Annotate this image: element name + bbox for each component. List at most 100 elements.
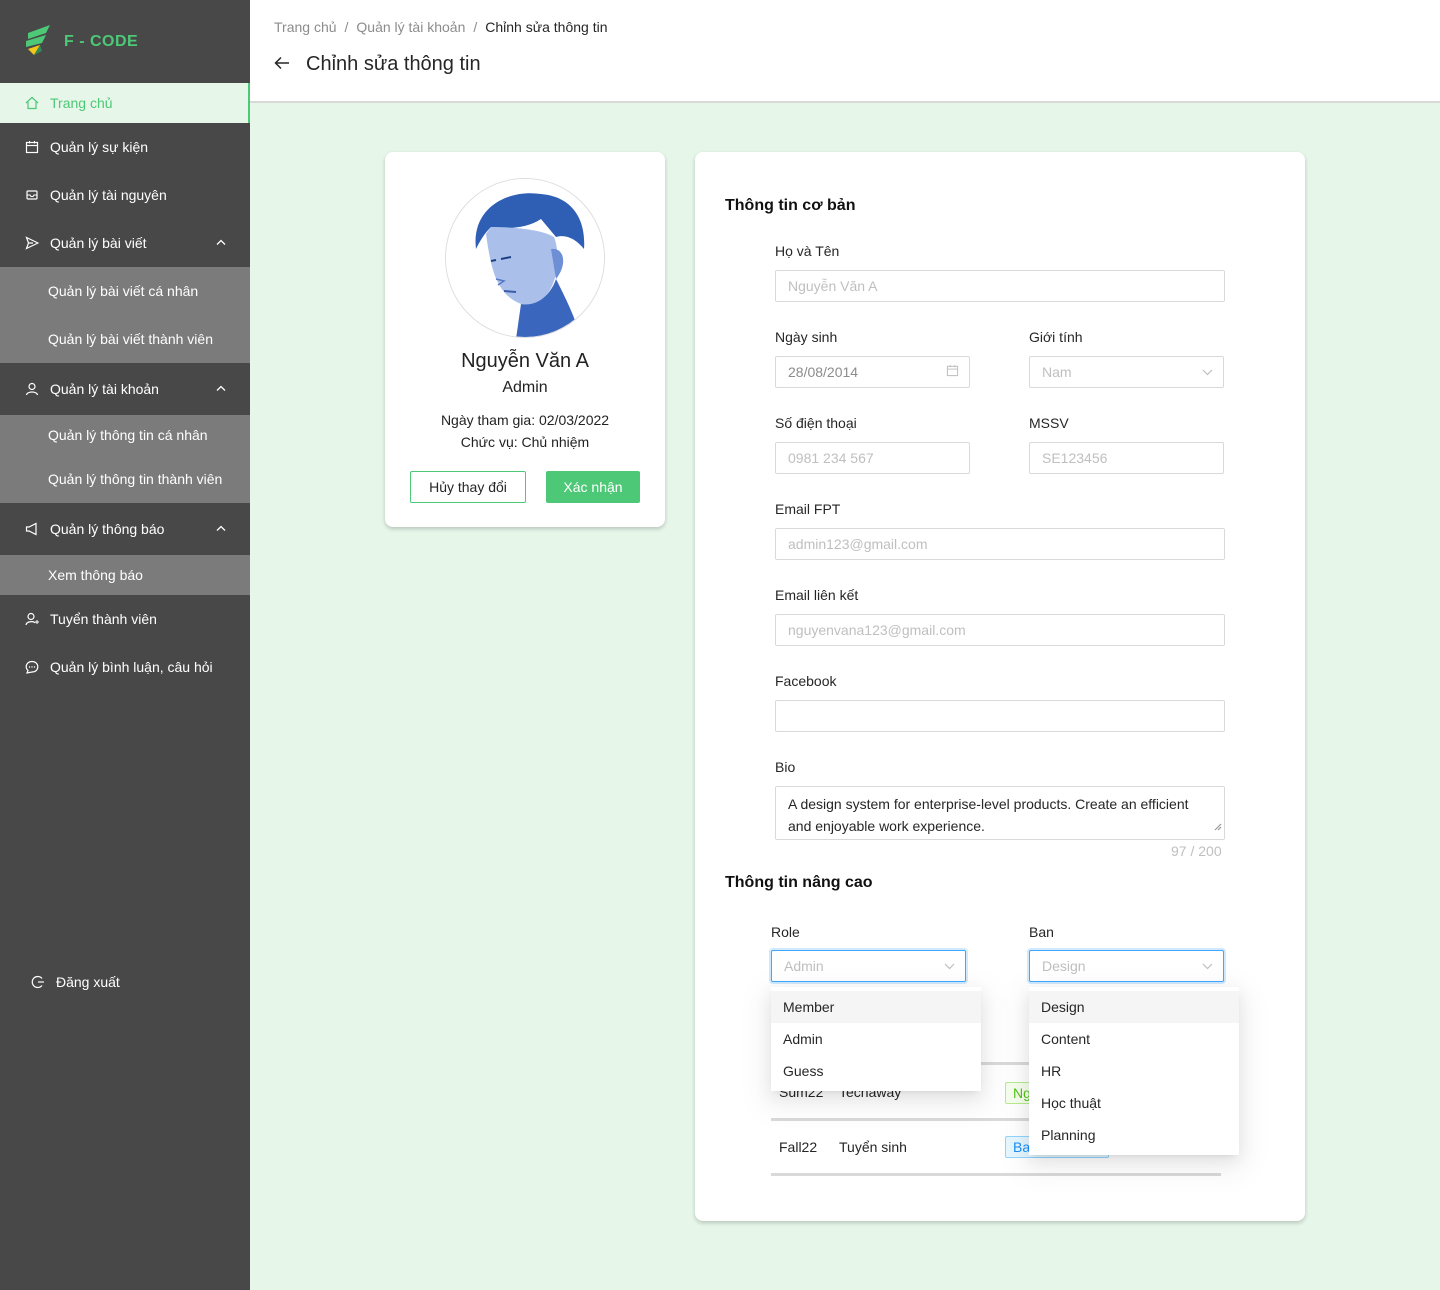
advanced-info-title: Thông tin nâng cao — [725, 874, 873, 891]
phone-input[interactable]: 0981 234 567 — [775, 442, 970, 474]
notifications-submenu: Xem thông báo — [0, 555, 250, 595]
sidebar-item-posts[interactable]: Quản lý bài viết — [0, 219, 250, 267]
sidebar-item-label: Quản lý sự kiện — [50, 139, 149, 155]
role-dropdown-menu: Member Admin Guess — [771, 987, 981, 1091]
gender-select[interactable]: Nam — [1029, 356, 1224, 388]
sidebar-item-label: Quản lý tài nguyên — [50, 187, 167, 203]
dob-label: Ngày sinh — [775, 329, 838, 345]
sidebar-item-accounts[interactable]: Quản lý tài khoản — [0, 363, 250, 415]
ban-dropdown-menu: Design Content HR Học thuật Planning — [1029, 987, 1239, 1155]
profile-joined-date: Ngày tham gia: 02/03/2022 — [440, 412, 610, 428]
sidebar-item-notifications[interactable]: Quản lý thông báo — [0, 503, 250, 555]
logout-label: Đăng xuất — [56, 974, 120, 990]
user-add-icon — [24, 611, 40, 627]
profile-role: Admin — [502, 379, 548, 396]
inbox-icon — [24, 187, 40, 203]
fullname-label: Họ và Tên — [775, 243, 840, 259]
email-fpt-label: Email FPT — [775, 501, 841, 517]
facebook-label: Facebook — [775, 673, 837, 689]
user-icon — [24, 381, 40, 397]
send-icon — [24, 235, 40, 251]
bio-textarea[interactable]: A design system for enterprise-level pro… — [775, 786, 1225, 840]
sidebar-subitem-member-posts[interactable]: Quản lý bài viết thành viên — [0, 315, 250, 363]
mssv-input[interactable]: SE123456 — [1029, 442, 1224, 474]
basic-info-title: Thông tin cơ bản — [725, 197, 856, 214]
brand-logo[interactable]: F - CODE — [0, 0, 250, 83]
sidebar-item-label: Quản lý thông báo — [50, 521, 165, 537]
logout-icon — [30, 974, 46, 990]
megaphone-icon — [24, 521, 40, 537]
sidebar-subitem-member-info[interactable]: Quản lý thông tin thành viên — [0, 455, 250, 503]
accounts-submenu: Quản lý thông tin cá nhân Quản lý thông … — [0, 415, 250, 503]
calendar-icon — [946, 364, 959, 380]
phone-label: Số điện thoại — [775, 415, 857, 431]
sidebar-item-comments[interactable]: Quản lý bình luận, câu hỏi — [0, 643, 250, 691]
sidebar-item-resources[interactable]: Quản lý tài nguyên — [0, 171, 250, 219]
resize-handle-icon[interactable] — [1214, 815, 1222, 837]
chevron-down-icon — [1202, 959, 1213, 973]
sidebar-item-home[interactable]: Trang chủ — [0, 83, 250, 123]
gender-label: Giới tính — [1029, 329, 1083, 345]
cancel-changes-button[interactable]: Hủy thay đổi — [410, 471, 526, 503]
ban-option-content[interactable]: Content — [1029, 1023, 1239, 1055]
comment-icon — [24, 659, 40, 675]
chevron-down-icon — [1202, 365, 1213, 379]
sidebar-subitem-personal-info[interactable]: Quản lý thông tin cá nhân — [0, 415, 250, 455]
chevron-down-icon — [944, 959, 955, 973]
brand-name: F - CODE — [64, 32, 139, 50]
ban-option-hr[interactable]: HR — [1029, 1055, 1239, 1087]
posts-submenu: Quản lý bài viết cá nhân Quản lý bài viế… — [0, 267, 250, 363]
avatar[interactable] — [445, 178, 605, 338]
ban-option-design[interactable]: Design — [1029, 991, 1239, 1023]
home-icon — [24, 95, 40, 111]
breadcrumb-accounts[interactable]: Quản lý tài khoản — [356, 19, 465, 35]
chevron-up-icon — [216, 238, 226, 249]
profile-name: Nguyễn Văn A — [461, 350, 589, 372]
page-title: Chỉnh sửa thông tin — [306, 53, 481, 75]
page-header: Trang chủ / Quản lý tài khoản / Chỉnh sửa th… — [250, 0, 1440, 103]
sidebar: F - CODE Trang chủ Quản lý sự kiện Quản … — [0, 0, 250, 1290]
ban-select[interactable]: Design — [1029, 950, 1224, 982]
sidebar-item-events[interactable]: Quản lý sự kiện — [0, 123, 250, 171]
dob-date-picker[interactable]: 28/08/2014 — [775, 356, 970, 388]
edit-info-form: Thông tin cơ bản Họ và Tên Nguyễn Văn A … — [695, 152, 1305, 1221]
chevron-up-icon — [216, 524, 226, 535]
bio-char-counter: 97 / 200 — [1171, 843, 1222, 859]
table-divider — [771, 1173, 1221, 1176]
sidebar-item-label: Quản lý bài viết — [50, 235, 147, 251]
sidebar-item-label: Quản lý tài khoản — [50, 381, 159, 397]
ban-label: Ban — [1029, 924, 1054, 940]
sidebar-item-label: Quản lý bình luận, câu hỏi — [50, 659, 213, 675]
fcode-logo-icon — [26, 24, 50, 55]
facebook-input[interactable] — [775, 700, 1225, 732]
confirm-button[interactable]: Xác nhận — [546, 471, 640, 503]
profile-position: Chức vụ: Chủ nhiệm — [460, 434, 590, 450]
bio-label: Bio — [775, 759, 796, 775]
sidebar-item-label: Trang chủ — [50, 95, 113, 111]
role-label: Role — [771, 924, 800, 940]
breadcrumb: Trang chủ / Quản lý tài khoản / Chỉnh sửa th… — [274, 19, 608, 35]
email-link-label: Email liên kết — [775, 587, 859, 603]
mssv-label: MSSV — [1029, 415, 1069, 431]
role-option-admin[interactable]: Admin — [771, 1023, 981, 1055]
breadcrumb-current: Chỉnh sửa thông tin — [485, 19, 608, 35]
sidebar-item-label: Tuyển thành viên — [50, 611, 157, 627]
email-fpt-input[interactable]: admin123@gmail.com — [775, 528, 1225, 560]
calendar-icon — [24, 139, 40, 155]
ban-option-planning[interactable]: Planning — [1029, 1119, 1239, 1151]
fullname-input[interactable]: Nguyễn Văn A — [775, 270, 1225, 302]
role-option-member[interactable]: Member — [771, 991, 981, 1023]
role-option-guess[interactable]: Guess — [771, 1055, 981, 1087]
role-select[interactable]: Admin — [771, 950, 966, 982]
logout-button[interactable]: Đăng xuất — [6, 958, 120, 1006]
back-arrow-icon[interactable] — [274, 53, 290, 76]
sidebar-subitem-personal-posts[interactable]: Quản lý bài viết cá nhân — [0, 267, 250, 315]
profile-info: Ngày tham gia: 02/03/2022 Chức vụ: Chủ n… — [385, 409, 665, 453]
chevron-up-icon — [216, 384, 226, 395]
sidebar-item-recruitment[interactable]: Tuyển thành viên — [0, 595, 250, 643]
email-link-input[interactable]: nguyenvana123@gmail.com — [775, 614, 1225, 646]
sidebar-subitem-view-notifications[interactable]: Xem thông báo — [0, 555, 250, 595]
profile-card: Nguyễn Văn A Admin Ngày tham gia: 02/03/… — [385, 152, 665, 527]
breadcrumb-home[interactable]: Trang chủ — [274, 19, 337, 35]
ban-option-academic[interactable]: Học thuật — [1029, 1087, 1239, 1119]
